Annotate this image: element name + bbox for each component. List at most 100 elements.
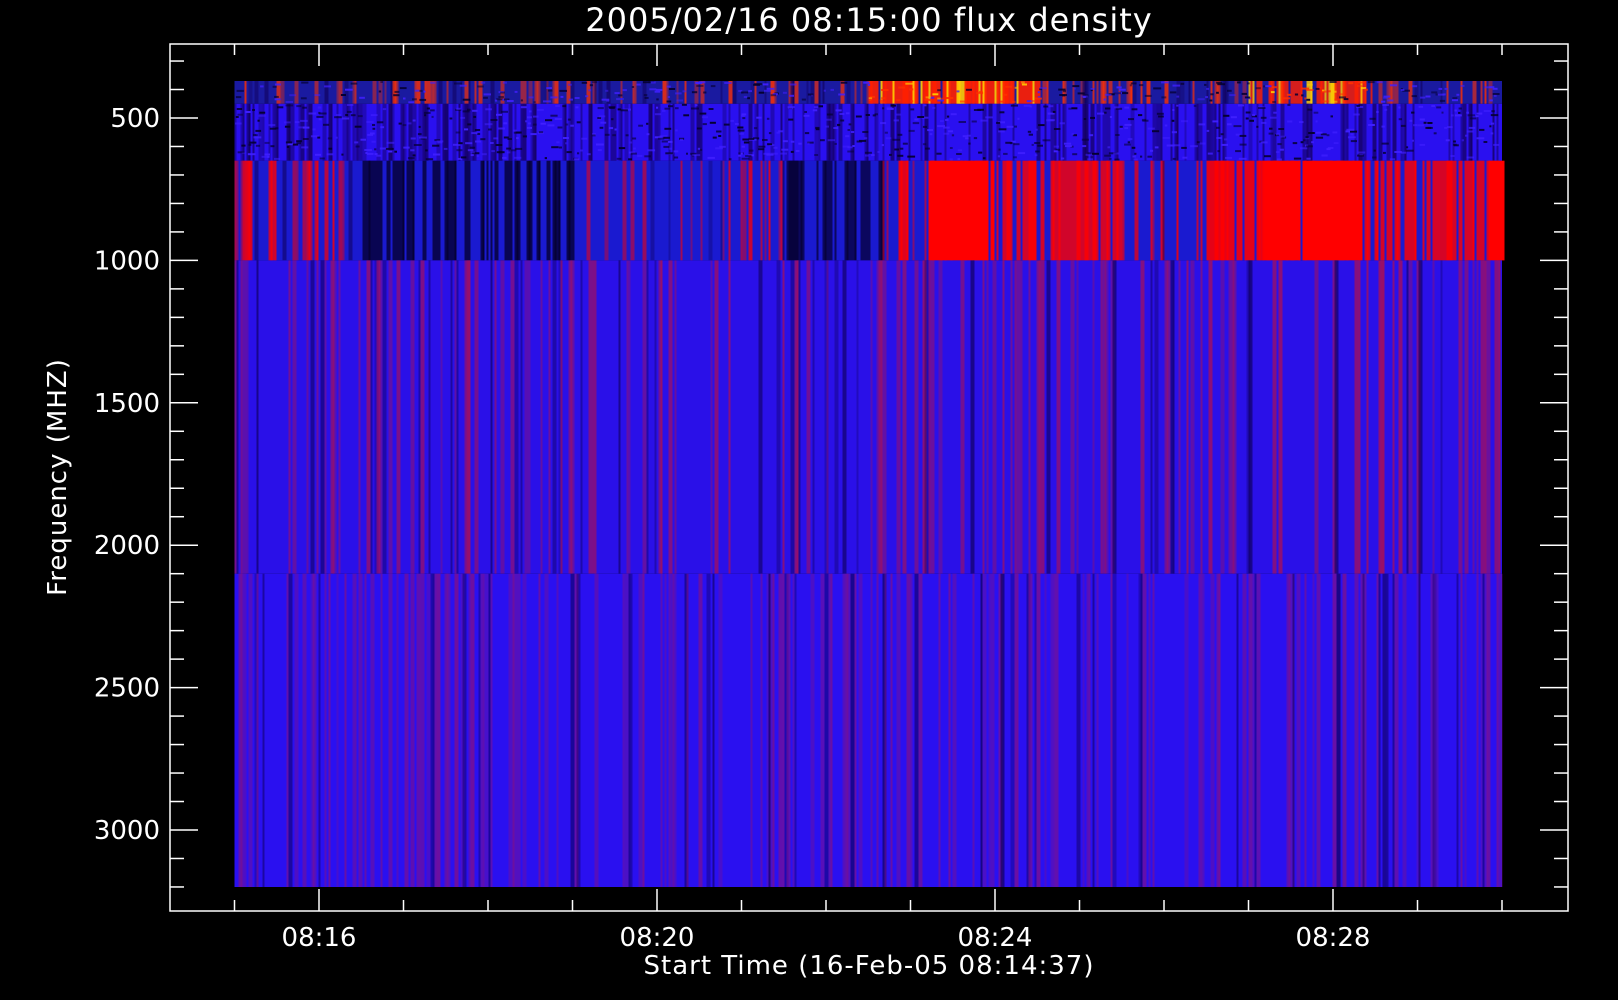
heatmap-speckle bbox=[1321, 90, 1327, 93]
heatmap-stripe bbox=[1164, 81, 1169, 104]
heatmap-stripe bbox=[486, 160, 489, 261]
heatmap-stripe bbox=[810, 81, 815, 104]
heatmap-stripe bbox=[234, 260, 237, 574]
heatmap-stripe bbox=[680, 160, 683, 261]
heatmap-stripe bbox=[368, 160, 371, 261]
heatmap-stripe bbox=[302, 160, 307, 261]
heatmap-speckle bbox=[1227, 89, 1232, 92]
heatmap-speckle bbox=[1260, 116, 1267, 119]
heatmap-speckle bbox=[1180, 120, 1189, 123]
heatmap-stripe bbox=[1294, 160, 1297, 261]
heatmap-stripe bbox=[494, 260, 497, 574]
heatmap-stripe bbox=[1058, 103, 1061, 161]
heatmap-stripe bbox=[1342, 573, 1345, 887]
heatmap-stripe bbox=[944, 160, 947, 261]
heatmap-stripe bbox=[1276, 160, 1279, 261]
heatmap-speckle bbox=[956, 153, 962, 155]
heatmap-stripe bbox=[768, 573, 771, 887]
heatmap-speckle bbox=[296, 142, 301, 145]
heatmap-stripe bbox=[870, 573, 873, 887]
heatmap-speckle bbox=[459, 84, 467, 87]
heatmap-speckle bbox=[1279, 148, 1284, 151]
heatmap-stripe bbox=[1242, 573, 1247, 887]
heatmap-stripe bbox=[842, 260, 847, 574]
heatmap-speckle bbox=[346, 110, 352, 113]
heatmap-speckle bbox=[568, 98, 573, 101]
heatmap-speckle bbox=[467, 149, 474, 152]
heatmap-speckle bbox=[417, 133, 422, 136]
heatmap-stripe bbox=[668, 103, 671, 161]
heatmap-speckle bbox=[431, 115, 434, 118]
heatmap-speckle bbox=[917, 116, 925, 118]
heatmap-speckle bbox=[804, 132, 810, 135]
heatmap-speckle bbox=[1433, 132, 1437, 135]
heatmap-stripe bbox=[360, 573, 363, 887]
heatmap-stripe bbox=[410, 260, 413, 574]
heatmap-speckle bbox=[1277, 143, 1282, 146]
heatmap-stripe bbox=[1488, 160, 1491, 261]
heatmap-stripe bbox=[770, 81, 775, 104]
heatmap-stripe bbox=[854, 573, 857, 887]
heatmap-speckle bbox=[889, 153, 892, 156]
heatmap-speckle bbox=[1127, 141, 1131, 144]
heatmap-stripe bbox=[930, 260, 935, 574]
heatmap-stripe bbox=[1008, 160, 1013, 261]
heatmap-stripe bbox=[1240, 160, 1243, 261]
heatmap-stripe bbox=[488, 573, 491, 887]
heatmap-stripe bbox=[286, 573, 289, 887]
heatmap-stripe bbox=[352, 103, 355, 161]
heatmap-stripe bbox=[1006, 81, 1009, 104]
heatmap-stripe bbox=[426, 81, 431, 104]
heatmap-stripe bbox=[1086, 160, 1089, 261]
heatmap-stripe bbox=[1362, 573, 1365, 887]
heatmap-stripe bbox=[850, 573, 855, 887]
heatmap-stripe bbox=[1262, 103, 1265, 161]
heatmap-speckle bbox=[699, 112, 707, 115]
heatmap-speckle bbox=[1103, 98, 1106, 101]
heatmap-stripe bbox=[338, 260, 341, 574]
heatmap-speckle bbox=[1398, 106, 1401, 109]
heatmap-stripe bbox=[1354, 160, 1357, 261]
heatmap-stripe bbox=[1248, 260, 1253, 574]
heatmap-speckle bbox=[1489, 99, 1493, 102]
heatmap-speckle bbox=[1161, 81, 1169, 84]
heatmap-speckle bbox=[308, 112, 317, 115]
heatmap-speckle bbox=[502, 156, 507, 159]
heatmap-speckle bbox=[1313, 111, 1319, 114]
heatmap-speckle bbox=[946, 97, 954, 99]
heatmap-stripe bbox=[430, 573, 433, 887]
heatmap-stripe bbox=[1222, 160, 1225, 261]
heatmap-speckle bbox=[692, 154, 701, 157]
heatmap-speckle bbox=[399, 87, 407, 90]
heatmap-speckle bbox=[1275, 133, 1280, 136]
heatmap-stripe bbox=[412, 260, 415, 574]
heatmap-stripe bbox=[738, 103, 741, 161]
heatmap-stripe bbox=[854, 160, 857, 261]
heatmap-speckle bbox=[241, 144, 246, 147]
heatmap-stripe bbox=[986, 81, 991, 104]
heatmap-speckle bbox=[788, 106, 793, 109]
heatmap-speckle bbox=[780, 152, 787, 155]
heatmap-speckle bbox=[1034, 154, 1038, 157]
heatmap-speckle bbox=[951, 134, 955, 137]
heatmap-stripe bbox=[354, 573, 357, 887]
heatmap-stripe bbox=[234, 160, 237, 261]
heatmap-stripe bbox=[592, 260, 597, 574]
heatmap-speckle bbox=[506, 147, 511, 150]
heatmap-speckle bbox=[506, 151, 511, 154]
heatmap-stripe bbox=[480, 573, 483, 887]
heatmap-speckle bbox=[236, 108, 243, 110]
heatmap-speckle bbox=[1104, 154, 1112, 157]
heatmap-speckle bbox=[1278, 128, 1285, 130]
heatmap-speckle bbox=[1454, 109, 1457, 112]
heatmap-stripe bbox=[1016, 81, 1019, 104]
heatmap-stripe bbox=[446, 103, 449, 161]
heatmap-speckle bbox=[1270, 91, 1275, 94]
heatmap-stripe bbox=[1500, 160, 1505, 261]
heatmap-stripe bbox=[868, 160, 871, 261]
heatmap-speckle bbox=[763, 152, 770, 155]
heatmap-speckle bbox=[1180, 82, 1185, 85]
heatmap-speckle bbox=[1283, 97, 1291, 100]
heatmap-speckle bbox=[654, 113, 662, 116]
heatmap-stripe bbox=[468, 573, 471, 887]
